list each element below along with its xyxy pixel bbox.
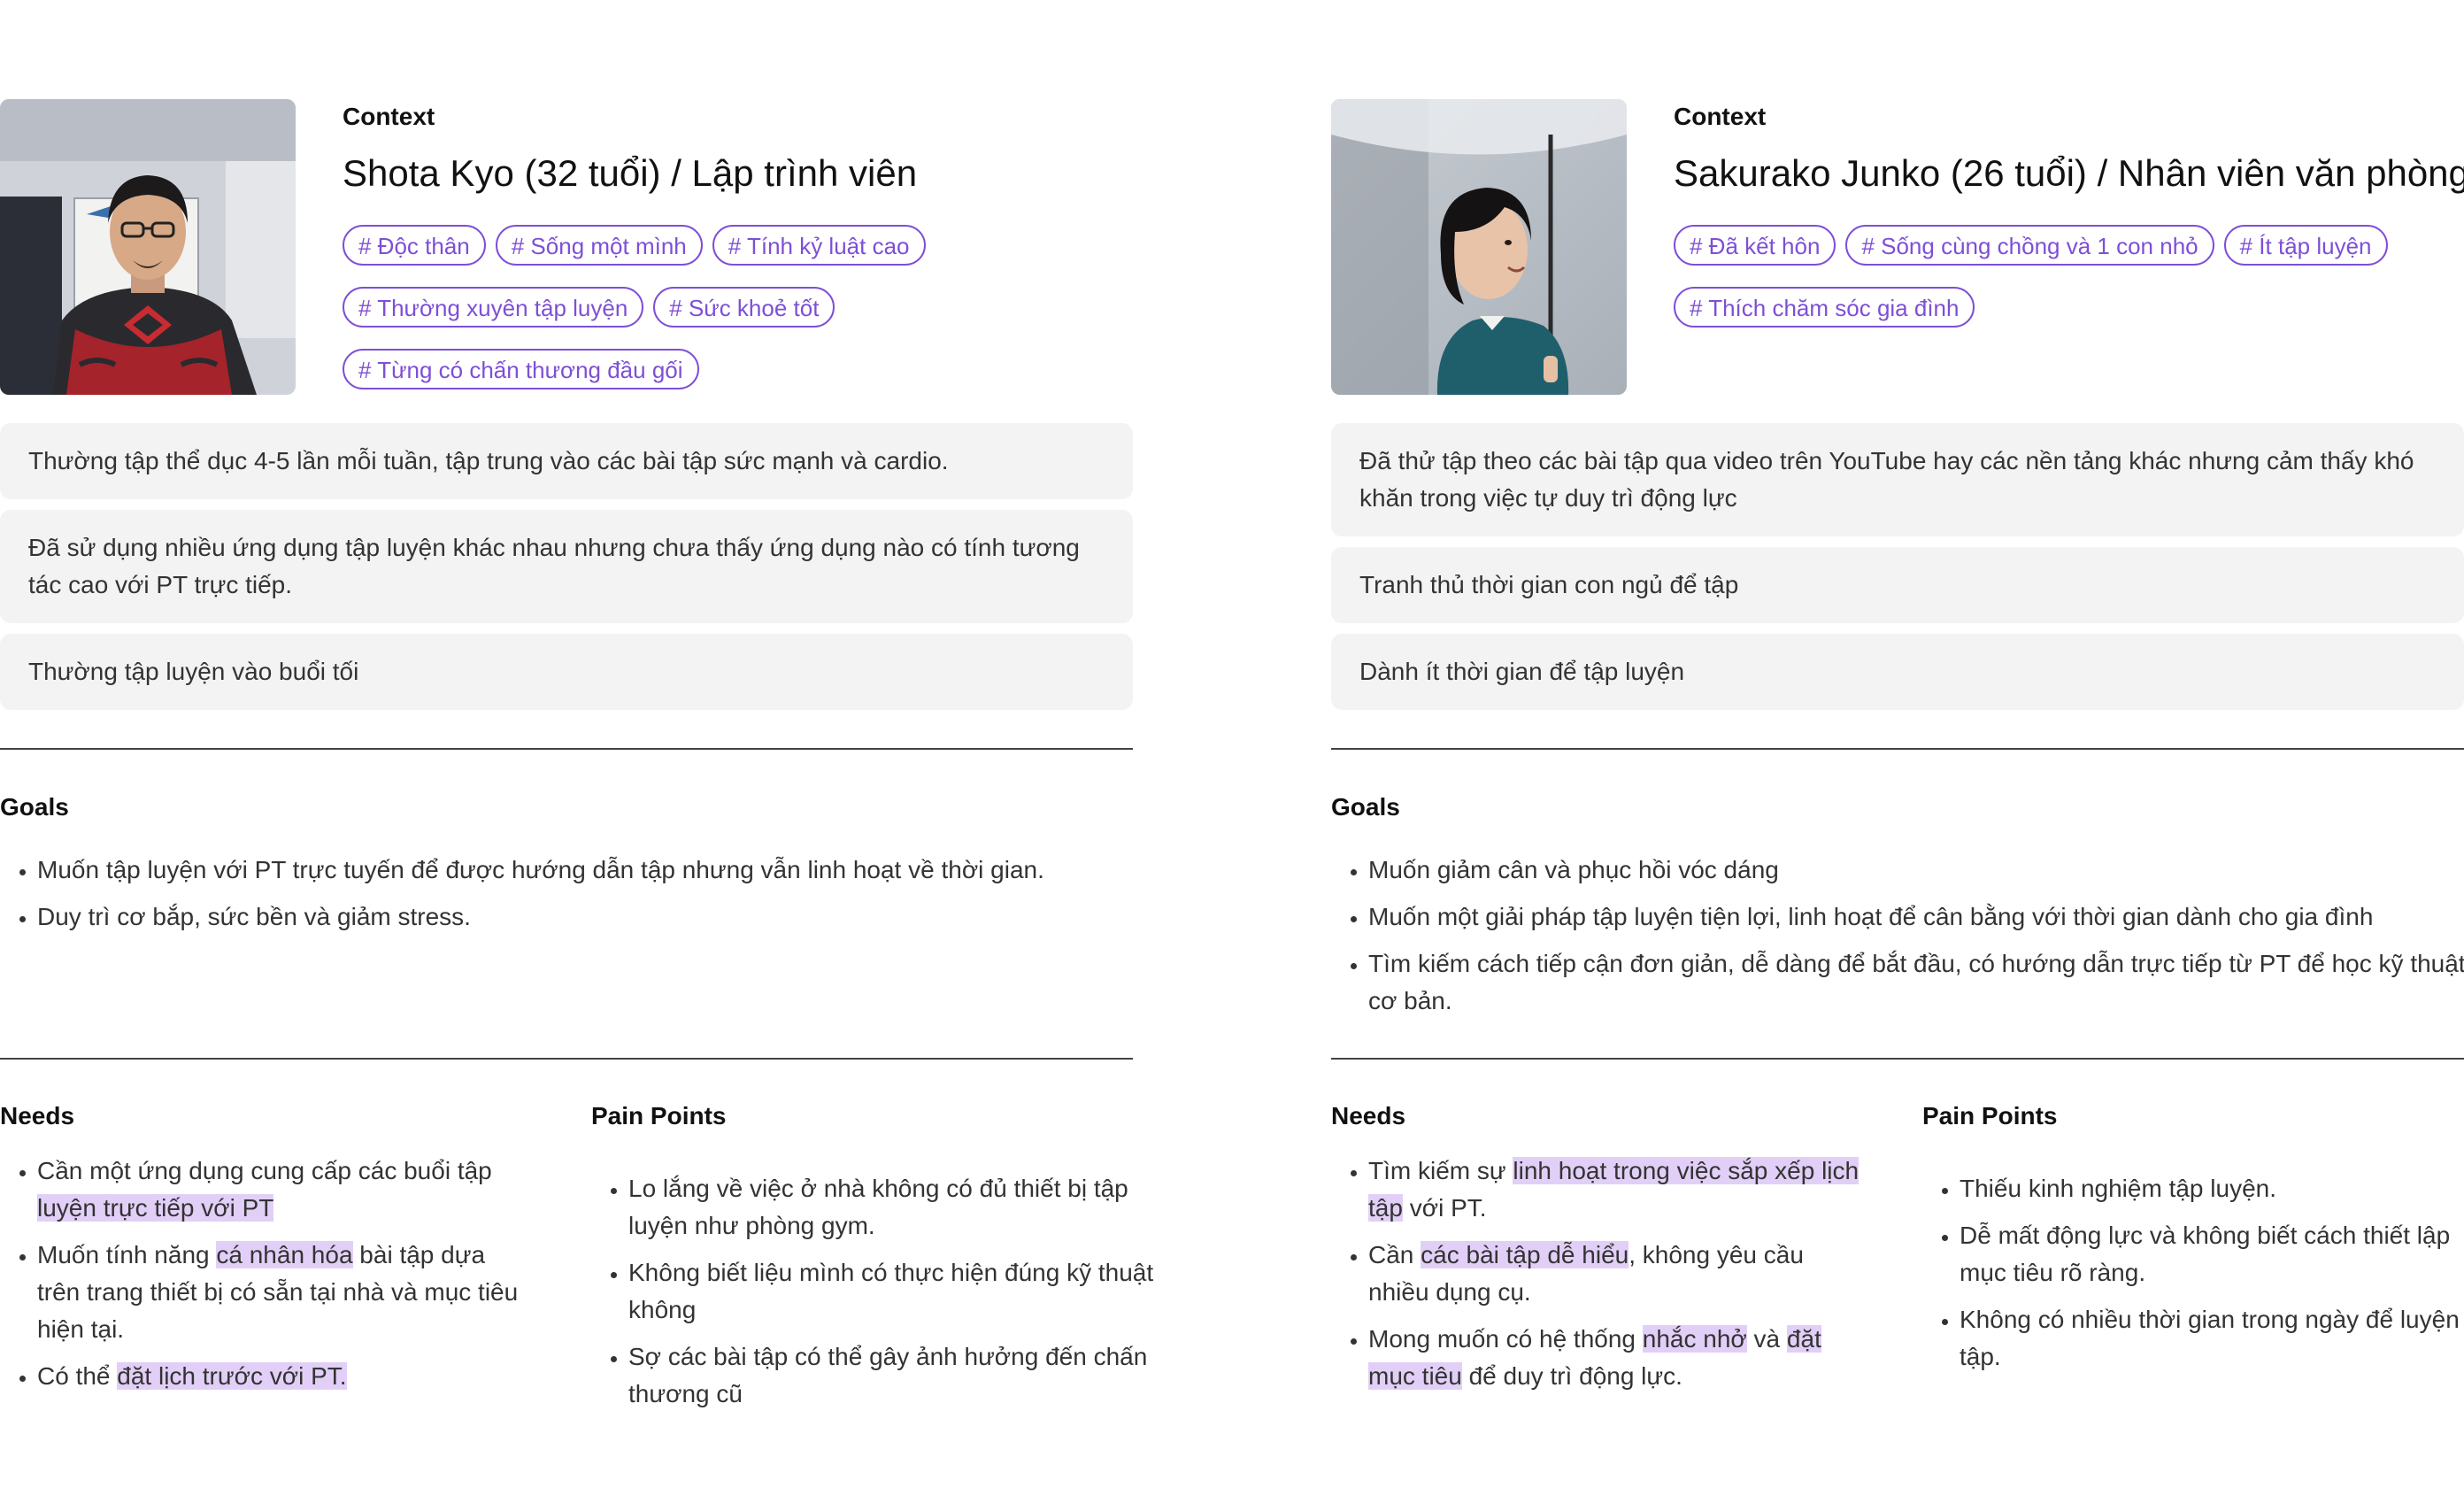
goals-heading: Goals [1331, 793, 1400, 821]
goal-item: Duy trì cơ bắp, sức bền và giảm stress. [37, 898, 1135, 936]
goals-list: Muốn giảm cân và phục hồi vóc dáng Muốn … [1331, 852, 2464, 1029]
context-list: Đã thử tập theo các bài tập qua video tr… [1331, 423, 2464, 721]
pain-point-item: Không biết liệu mình có thực hiện đúng k… [628, 1254, 1159, 1329]
goal-item: Muốn giảm cân và phục hồi vóc dáng [1368, 852, 2464, 889]
pain-point-item: Lo lắng về việc ở nhà không có đủ thiết … [628, 1170, 1159, 1245]
pain-point-item: Dễ mất động lực và không biết cách thiết… [1960, 1217, 2464, 1291]
highlight: nhắc nhở [1642, 1325, 1747, 1353]
tag: # Từng có chấn thương đầu gối [343, 349, 699, 389]
needs-list: Cần một ứng dụng cung cấp các buổi tập l… [0, 1153, 533, 1405]
needs-heading: Needs [1331, 1102, 1406, 1129]
pain-points-list: Lo lắng về việc ở nhà không có đủ thiết … [591, 1170, 1159, 1422]
persona-tags: # Độc thân # Sống một mình # Tính kỷ luậ… [343, 225, 1139, 389]
pain-point-item: Sợ các bài tập có thể gây ảnh hưởng đến … [628, 1338, 1159, 1413]
persona-photo-man [0, 99, 296, 395]
goal-item: Tìm kiếm cách tiếp cận đơn giản, dễ dàng… [1368, 945, 2464, 1020]
divider [1331, 748, 2464, 750]
need-item: Có thể đặt lịch trước với PT. [37, 1358, 533, 1395]
needs-list: Tìm kiếm sự linh hoạt trong việc sắp xếp… [1331, 1153, 1864, 1405]
persona-name: Shota Kyo (32 tuổi) / Lập trình viên [343, 152, 918, 194]
context-list: Thường tập thể dục 4-5 lần mỗi tuần, tập… [0, 423, 1133, 721]
context-item: Đã thử tập theo các bài tập qua video tr… [1331, 423, 2464, 536]
highlight: các bài tập dễ hiểu [1421, 1241, 1629, 1268]
tag: # Thường xuyên tập luyện [343, 287, 644, 328]
goal-item: Muốn tập luyện với PT trực tuyến để được… [37, 852, 1135, 889]
divider [0, 748, 1133, 750]
context-item: Thường tập luyện vào buổi tối [0, 634, 1133, 710]
need-item: Cần một ứng dụng cung cấp các buổi tập l… [37, 1153, 533, 1227]
tag: # Sức khoẻ tốt [653, 287, 835, 328]
context-item: Thường tập thể dục 4-5 lần mỗi tuần, tập… [0, 423, 1133, 499]
goal-item: Muốn một giải pháp tập luyện tiện lợi, l… [1368, 898, 2464, 936]
need-item: Cần các bài tập dễ hiểu, không yêu cầu n… [1368, 1237, 1864, 1311]
pain-point-item: Thiếu kinh nghiệm tập luyện. [1960, 1170, 2464, 1207]
tag: # Độc thân [343, 225, 486, 266]
tag: # Thích chăm sóc gia đình [1674, 287, 1975, 328]
pain-points-heading: Pain Points [591, 1102, 727, 1129]
need-item: Mong muốn có hệ thống nhắc nhở và đặt mụ… [1368, 1321, 1864, 1395]
tag: # Sống một mình [495, 225, 703, 266]
tag: # Tính kỷ luật cao [712, 225, 926, 266]
context-label: Context [1674, 103, 1767, 130]
tag: # Sống cùng chồng và 1 con nhỏ [1845, 225, 2214, 266]
context-item: Tranh thủ thời gian con ngủ để tập [1331, 547, 2464, 623]
context-item: Đã sử dụng nhiều ứng dụng tập luyện khác… [0, 510, 1133, 623]
need-item: Tìm kiếm sự linh hoạt trong việc sắp xếp… [1368, 1153, 1864, 1227]
needs-heading: Needs [0, 1102, 75, 1129]
persona-photo [0, 99, 296, 395]
tag: # Ít tập luyện [2223, 225, 2388, 266]
persona-photo [1331, 99, 1627, 395]
persona-tags: # Đã kết hôn # Sống cùng chồng và 1 con … [1674, 225, 2464, 328]
highlight: đặt lịch trước với PT. [117, 1362, 347, 1390]
context-label: Context [343, 103, 435, 130]
goals-list: Muốn tập luyện với PT trực tuyến để được… [0, 852, 1135, 945]
divider [1331, 1058, 2464, 1060]
pain-points-list: Thiếu kinh nghiệm tập luyện. Dễ mất động… [1922, 1170, 2464, 1385]
persona-photo-woman-umbrella [1331, 99, 1627, 395]
pain-point-item: Không có nhiều thời gian trong ngày để l… [1960, 1301, 2464, 1376]
divider [0, 1058, 1133, 1060]
context-item: Dành ít thời gian để tập luyện [1331, 634, 2464, 710]
persona-name: Sakurako Junko (26 tuổi) / Nhân viên văn… [1674, 152, 2464, 194]
highlight: cá nhân hóa [216, 1241, 353, 1268]
need-item: Muốn tính năng cá nhân hóa bài tập dựa t… [37, 1237, 533, 1348]
persona-card-sakurako: Context Sakurako Junko (26 tuổi) / Nhân … [1331, 0, 2464, 1511]
pain-points-heading: Pain Points [1922, 1102, 2058, 1129]
tag: # Đã kết hôn [1674, 225, 1836, 266]
goals-heading: Goals [0, 793, 69, 821]
highlight: luyện trực tiếp với PT [37, 1194, 274, 1222]
persona-card-shota: Context Shota Kyo (32 tuổi) / Lập trình … [0, 0, 1153, 1511]
